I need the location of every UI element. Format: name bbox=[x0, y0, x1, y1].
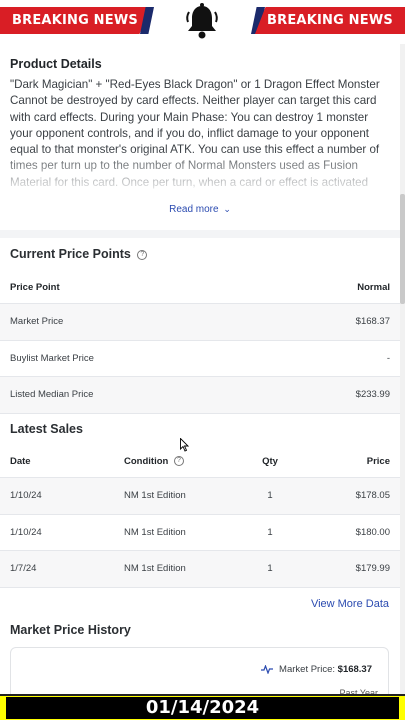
price-header: Price bbox=[366, 455, 390, 467]
breaking-news-left-tag: BREAKING NEWS bbox=[0, 7, 150, 34]
current-price-points-title: Current Price Points ? bbox=[10, 247, 148, 261]
sale-date: 1/10/24 bbox=[10, 526, 42, 538]
price-point-label: Buylist Market Price bbox=[10, 352, 94, 364]
market-price-summary: Market Price: $168.37 bbox=[261, 664, 372, 675]
chevron-down-icon: ⌄ bbox=[223, 204, 231, 214]
condition-header-label: Condition bbox=[124, 455, 169, 467]
table-row: Market Price $168.37 bbox=[0, 304, 400, 341]
scrollbar-thumb[interactable] bbox=[400, 194, 405, 304]
read-more-label: Read more bbox=[169, 204, 219, 215]
price-point-value: - bbox=[386, 352, 390, 364]
sale-condition: NM 1st Edition bbox=[124, 526, 186, 538]
mouse-cursor-icon bbox=[180, 438, 189, 452]
sale-condition: NM 1st Edition bbox=[124, 490, 186, 502]
description-fade bbox=[0, 149, 400, 194]
sale-price: $180.00 bbox=[355, 526, 390, 538]
breaking-news-right-tag: BREAKING NEWS bbox=[255, 7, 405, 34]
price-point-value: $233.99 bbox=[355, 389, 390, 401]
pulse-icon bbox=[261, 664, 274, 674]
sale-qty: 1 bbox=[267, 526, 273, 538]
table-row: 1/7/24 NM 1st Edition 1 $179.99 bbox=[0, 551, 400, 588]
price-point-label: Market Price bbox=[10, 316, 64, 328]
market-price-label: Market Price: bbox=[279, 664, 336, 675]
date-header: Date bbox=[10, 455, 31, 467]
date-overlay-text: 01/14/2024 bbox=[6, 697, 399, 719]
latest-sales-table: Date Condition ? Qty Price 1/10/24 NM 1s… bbox=[0, 445, 400, 588]
table-row: 1/10/24 NM 1st Edition 1 $180.00 bbox=[0, 515, 400, 551]
help-icon[interactable]: ? bbox=[173, 455, 184, 466]
price-point-value: $168.37 bbox=[355, 316, 390, 328]
section-divider bbox=[0, 230, 400, 238]
price-point-label: Listed Median Price bbox=[10, 389, 94, 401]
sale-date: 1/10/24 bbox=[10, 490, 42, 502]
market-price-history-title: Market Price History bbox=[10, 623, 131, 637]
breaking-news-banner: BREAKING NEWS BREAKING NEWS bbox=[0, 0, 405, 44]
date-overlay-bar: 01/14/2024 bbox=[0, 694, 405, 720]
current-price-points-label: Current Price Points bbox=[10, 247, 131, 261]
sale-price: $178.05 bbox=[355, 490, 390, 502]
price-points-table: Price Point Normal Market Price $168.37 … bbox=[0, 271, 400, 414]
table-header-row: Date Condition ? Qty Price bbox=[0, 445, 400, 478]
sale-qty: 1 bbox=[267, 490, 273, 502]
price-point-header: Price Point bbox=[10, 281, 60, 293]
table-row: Buylist Market Price - bbox=[0, 341, 400, 377]
sale-qty: 1 bbox=[267, 563, 273, 575]
market-price-value: $168.37 bbox=[337, 664, 372, 675]
table-row: Listed Median Price $233.99 bbox=[0, 377, 400, 414]
read-more-link[interactable]: Read more ⌄ bbox=[0, 204, 400, 215]
sale-date: 1/7/24 bbox=[10, 563, 37, 575]
sale-condition: NM 1st Edition bbox=[124, 563, 186, 575]
condition-header: Condition ? bbox=[124, 456, 244, 467]
table-row: 1/10/24 NM 1st Edition 1 $178.05 bbox=[0, 478, 400, 515]
latest-sales-title: Latest Sales bbox=[10, 422, 83, 436]
bell-icon bbox=[186, 3, 218, 39]
help-icon[interactable]: ? bbox=[137, 249, 148, 260]
page-scrollbar[interactable] bbox=[400, 44, 405, 694]
table-header-row: Price Point Normal bbox=[0, 271, 400, 304]
sale-price: $179.99 bbox=[355, 563, 390, 575]
view-more-data-link[interactable]: View More Data bbox=[311, 598, 389, 610]
qty-header: Qty bbox=[262, 455, 278, 467]
normal-header: Normal bbox=[357, 281, 390, 293]
product-details-title: Product Details bbox=[10, 57, 102, 71]
